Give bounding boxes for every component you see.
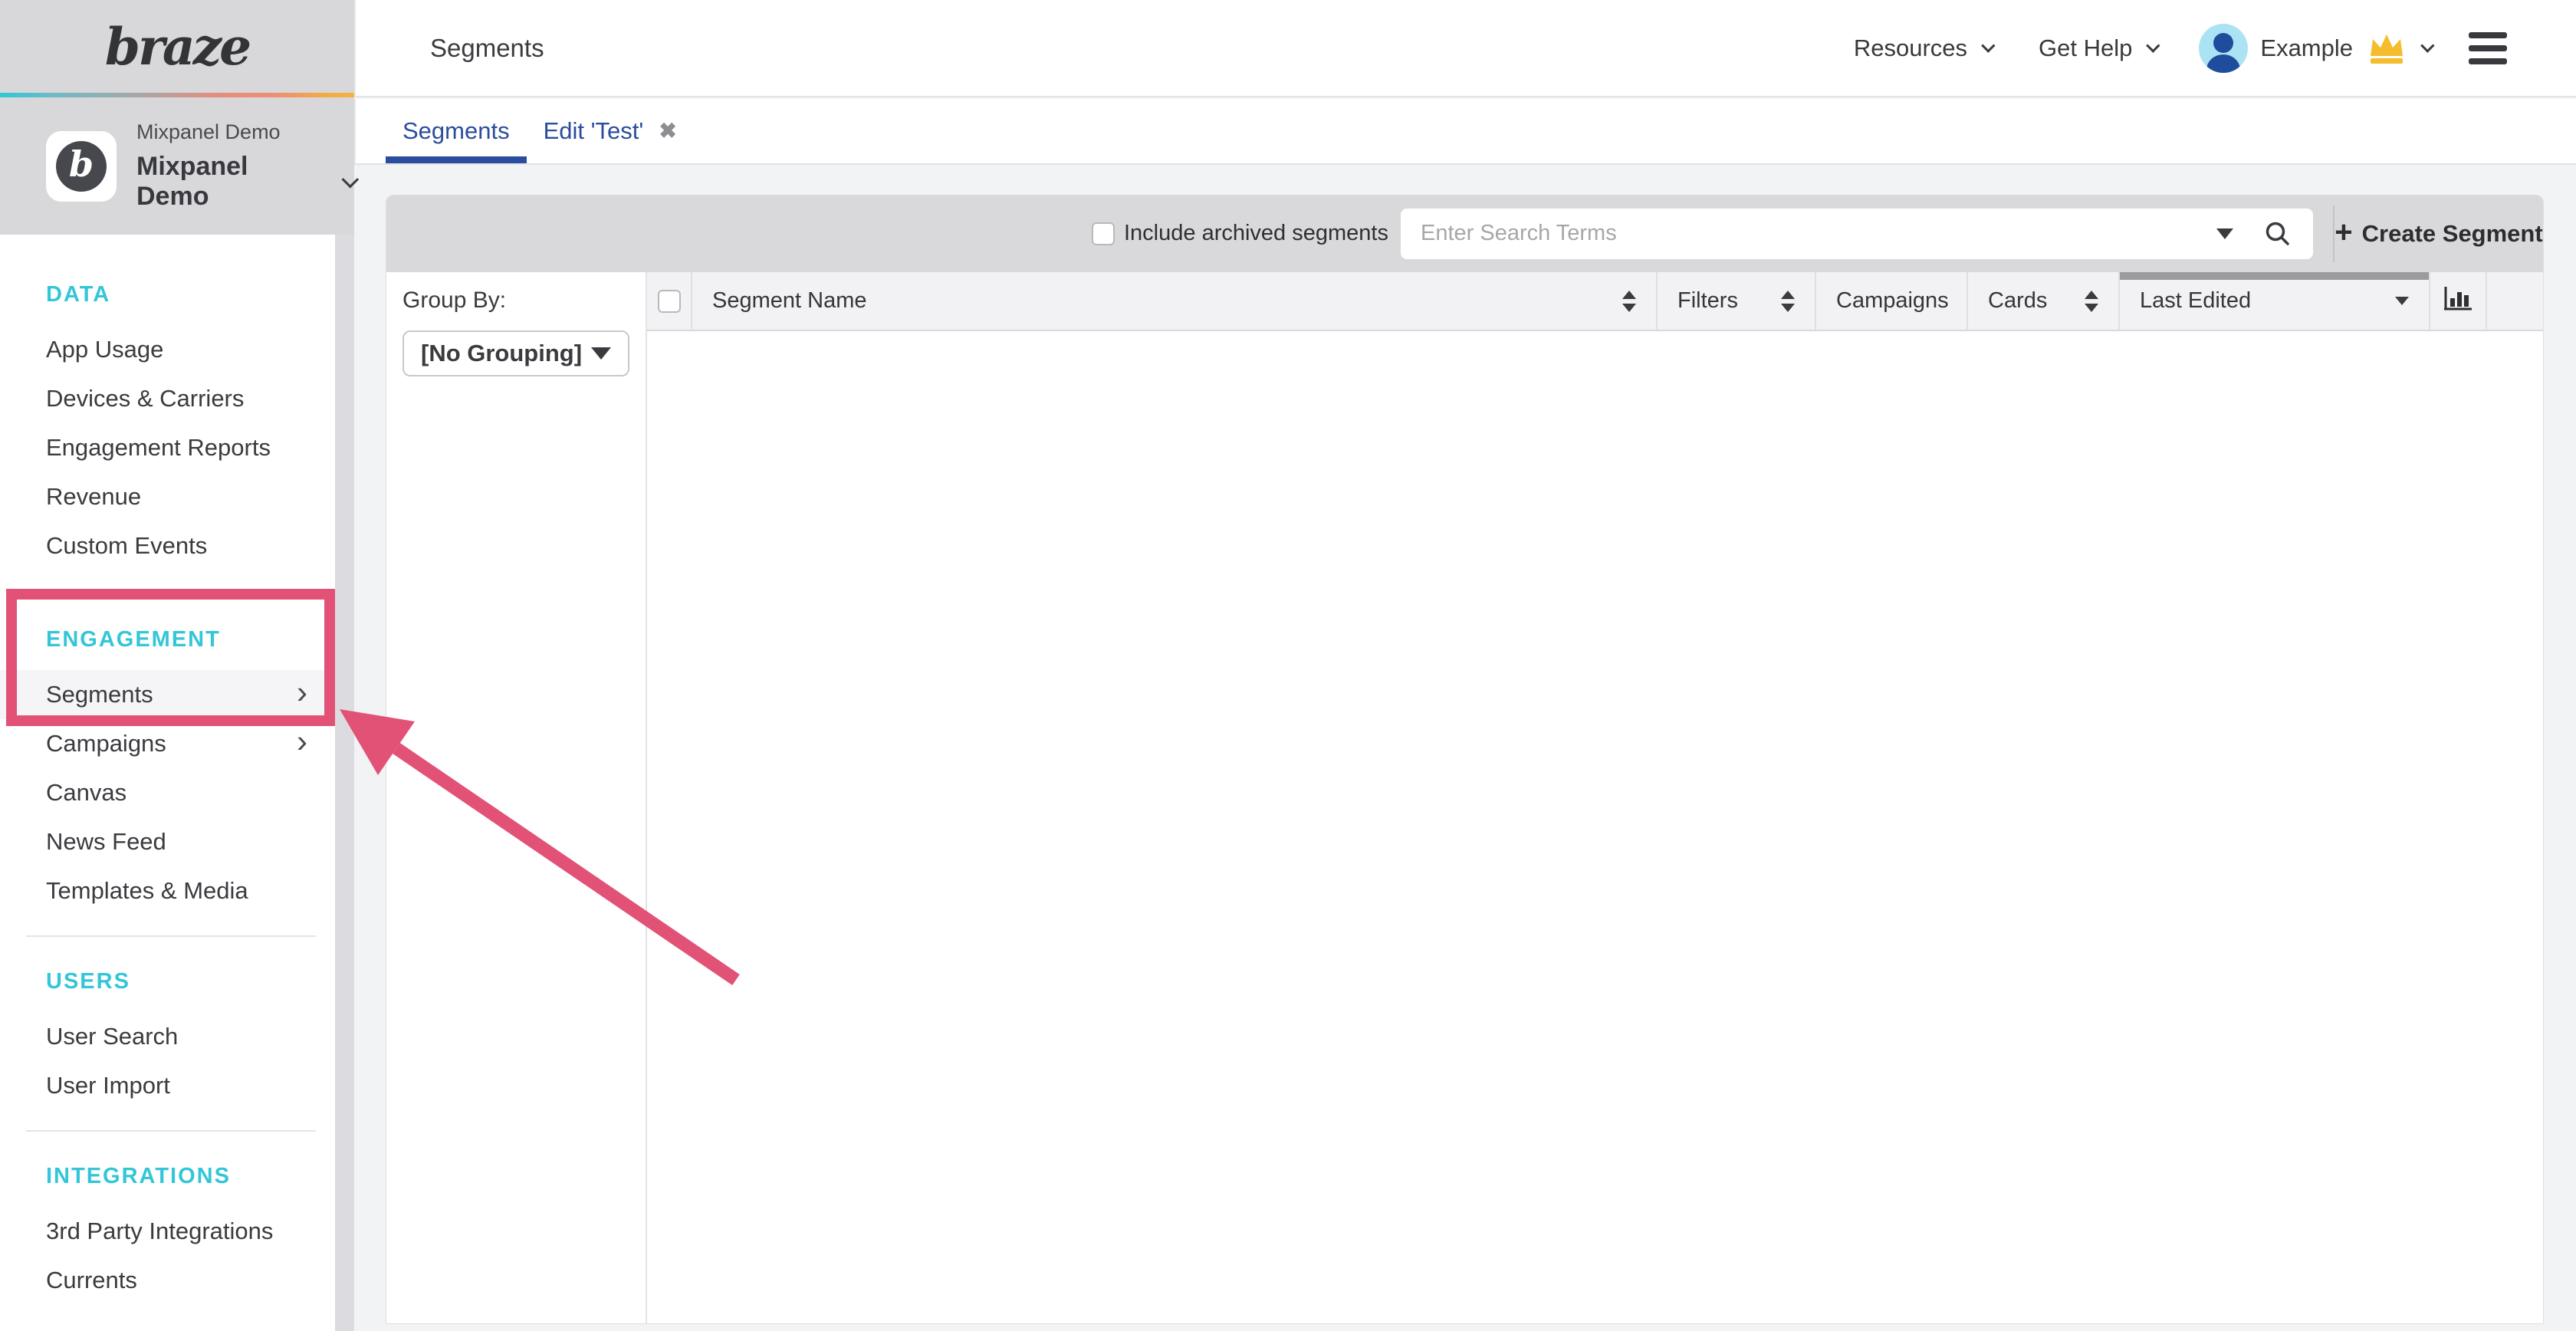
sort-icon [1781,291,1795,312]
get-help-menu[interactable]: Get Help [2039,35,2156,62]
workspace-name: Mixpanel Demo [136,152,325,212]
segments-panel: Include archived segments + Create Segme… [386,195,2544,1324]
chevron-right-icon: › [297,725,307,758]
select-all-checkbox-cell [647,272,692,330]
sidebar-item-templates-media[interactable]: Templates & Media [0,866,335,915]
chevron-down-icon [1981,38,1995,52]
sidebar-nav: DATA App Usage Devices & Carriers Engage… [0,235,335,1331]
column-header-cards[interactable]: Cards [1968,272,2120,330]
sidebar-item-user-import[interactable]: User Import [0,1061,335,1110]
sidebar-section-integrations: INTEGRATIONS [0,1152,335,1201]
column-header-segment-name[interactable]: Segment Name [692,272,1658,330]
user-avatar [2199,24,2248,73]
workspace-avatar-letter: b [56,141,107,192]
group-by-label: Group By: [402,288,646,314]
sidebar-item-campaigns[interactable]: Campaigns › [0,719,335,768]
hamburger-menu-icon[interactable] [2469,32,2507,64]
user-name: Example [2260,35,2353,62]
tab-segments[interactable]: Segments [386,99,527,163]
resources-menu[interactable]: Resources [1854,35,1991,62]
sidebar-item-canvas[interactable]: Canvas [0,768,335,817]
sidebar-scrollbar[interactable] [335,235,354,1331]
sidebar-item-news-feed[interactable]: News Feed [0,817,335,866]
sidebar-item-custom-events[interactable]: Custom Events [0,521,335,570]
bar-chart-icon [2443,285,2472,317]
group-by-panel: Group By: [No Grouping] [386,272,647,1323]
sidebar-item-3rd-party-integrations[interactable]: 3rd Party Integrations [0,1207,335,1256]
sidebar-item-currents[interactable]: Currents [0,1256,335,1305]
crown-icon [2367,31,2407,65]
include-archived-label: Include archived segments [1124,221,1388,246]
chevron-down-icon [2420,38,2434,52]
sidebar-item-user-search[interactable]: User Search [0,1012,335,1061]
topbar: Segments Resources Get Help Example [354,0,2576,97]
select-all-checkbox[interactable] [658,290,681,313]
sidebar: braze b Mixpanel Demo Mixpanel Demo DATA… [0,0,354,1331]
sidebar-section-data: DATA [0,270,335,319]
workspace-avatar: b [46,131,117,202]
active-sort-indicator [2120,272,2429,280]
segments-table-header: Segment Name Filters Campaigns Cards Las… [647,272,2543,331]
braze-logo: braze [105,17,249,77]
sidebar-divider [26,1130,316,1132]
sidebar-section-users: USERS [0,957,335,1006]
sidebar-divider [26,935,316,937]
sidebar-section-engagement: ENGAGEMENT [0,615,335,664]
sort-icon [2085,291,2098,312]
close-icon[interactable]: ✖ [659,120,676,142]
sort-icon [1622,291,1636,312]
sidebar-header: braze [0,0,354,93]
sidebar-item-engagement-reports[interactable]: Engagement Reports [0,423,335,472]
plus-icon: + [2334,217,2352,248]
column-header-analytics[interactable] [2430,272,2487,330]
sidebar-item-revenue[interactable]: Revenue [0,472,335,521]
workspace-switcher[interactable]: b Mixpanel Demo Mixpanel Demo [0,97,354,235]
sidebar-item-app-usage[interactable]: App Usage [0,325,335,374]
tab-edit-test[interactable]: Edit 'Test' ✖ [527,99,694,163]
create-segment-button[interactable]: + Create Segment [2334,219,2543,249]
dropdown-caret-icon [591,347,611,360]
column-header-last-edited[interactable]: Last Edited [2120,272,2430,330]
workspace-app-label: Mixpanel Demo [136,120,354,144]
search-icon[interactable] [2264,220,2292,248]
chevron-right-icon: › [297,676,307,708]
search-dropdown-caret-icon[interactable] [2216,228,2233,239]
search-input[interactable] [1401,209,2313,259]
tabbar: Segments Edit 'Test' ✖ [354,99,2576,165]
search-box [1401,209,2313,259]
user-menu[interactable]: Example [2199,24,2430,73]
column-header-campaigns[interactable]: Campaigns [1816,272,1968,330]
page-title: Segments [430,34,544,63]
include-archived-checkbox[interactable] [1092,222,1115,245]
segments-toolbar: Include archived segments + Create Segme… [386,195,2543,272]
sidebar-item-devices-carriers[interactable]: Devices & Carriers [0,374,335,423]
workspace-name-dropdown[interactable]: Mixpanel Demo [136,152,354,212]
chevron-down-icon [342,171,360,189]
sort-desc-icon [2395,297,2409,305]
column-header-filters[interactable]: Filters [1658,272,1816,330]
sidebar-item-segments[interactable]: Segments › [0,670,335,719]
chevron-down-icon [2147,38,2160,52]
group-by-select[interactable]: [No Grouping] [402,330,629,376]
braze-dashboard: braze b Mixpanel Demo Mixpanel Demo DATA… [0,0,2576,1331]
column-header-spacer [2487,272,2543,330]
